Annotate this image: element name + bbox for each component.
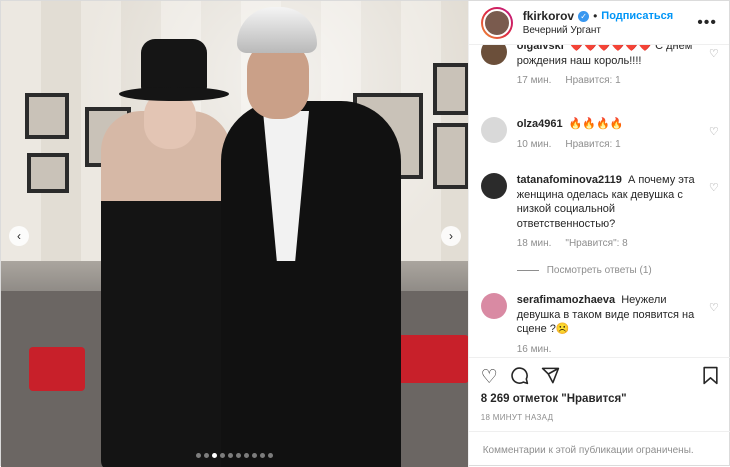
comment-text: 🔥🔥🔥🔥 [568,118,624,130]
comment-username[interactable]: olgalvski [517,45,564,52]
comment-likes[interactable]: Нравится: 1 [565,138,620,153]
wall-frame [25,93,69,139]
carousel-dot [259,453,265,458]
instagram-post: ‹ › fkirkorov ✓ • Подписаться Вечерний У… [0,0,730,467]
comment-username[interactable]: tatanafominova2119 [517,174,622,186]
person-left [101,111,231,467]
view-replies-link[interactable]: Посмотреть ответы (1) [516,265,652,276]
author-avatar[interactable] [480,6,513,39]
action-bar: ♡ [468,357,730,397]
comment-likes[interactable]: "Нравится": 8 [565,237,627,252]
wall-frame [27,153,69,193]
commenter-avatar[interactable] [480,117,507,143]
comments-restricted-notice: Комментарии к этой публикации ограничены… [468,431,730,467]
next-image-button[interactable]: › [441,226,461,246]
commenter-avatar[interactable] [480,45,507,65]
more-options-icon[interactable]: ••• [697,14,717,32]
carousel-dot [243,453,249,458]
share-icon[interactable] [541,366,560,389]
view-replies-label: Посмотреть ответы (1) [546,265,652,276]
bookmark-icon[interactable] [702,366,719,389]
comment-like-icon[interactable]: ♡ [709,181,719,194]
post-sidebar: fkirkorov ✓ • Подписаться Вечерний Урган… [467,1,730,467]
carousel-dot [219,453,225,458]
comment-item: tatanafominova2119 А почему эта женщина … [480,173,719,252]
comment-time[interactable]: 16 мин. [517,343,552,356]
wall-frame [433,63,468,115]
comment-time[interactable]: 17 мин. [517,74,552,89]
comment-like-icon[interactable]: ♡ [709,47,719,60]
comment-item: olgalvski ❤️❤️❤️❤️❤️❤️ С днём рождения н… [480,45,719,89]
carousel-dot [203,453,209,458]
black-hat [119,39,229,101]
comment-likes[interactable]: Нравится: 1 [565,74,620,89]
person-right [221,101,401,467]
carousel-dot [251,453,257,458]
author-username[interactable]: fkirkorov [523,9,574,23]
comment-item: serafimamozhaeva Неужели девушка в таком… [480,293,719,356]
carousel-dot [211,453,217,458]
comment-like-icon[interactable]: ♡ [709,125,719,138]
previous-image-button[interactable]: ‹ [9,226,29,246]
likes-count[interactable]: 8 269 отметок "Нравится" [481,393,627,405]
comment-username[interactable]: olza4961 [517,118,563,130]
red-cushion [393,335,468,383]
comment-username[interactable]: serafimamozhaeva [517,294,615,306]
wall-frame [433,123,468,189]
comment-time[interactable]: 18 мин. [517,237,552,252]
carousel-indicator [1,453,468,458]
verified-badge-icon: ✓ [578,10,590,22]
comments-list: olgalvski ❤️❤️❤️❤️❤️❤️ С днём рождения н… [469,45,730,355]
heart-icon[interactable]: ♡ [481,368,498,387]
red-cushion [29,347,85,391]
commenter-avatar[interactable] [480,173,507,199]
location-link[interactable]: Вечерний Ургант [523,25,697,36]
follow-button[interactable]: Подписаться [601,10,673,22]
carousel-dot [235,453,241,458]
comment-time[interactable]: 10 мин. [517,138,552,153]
comment-like-icon[interactable]: ♡ [709,301,719,314]
divider-line [516,270,539,271]
post-header: fkirkorov ✓ • Подписаться Вечерний Урган… [468,1,729,45]
commenter-avatar[interactable] [480,293,507,319]
carousel-dot [267,453,273,458]
comment-icon[interactable] [510,366,529,389]
carousel-dot [227,453,233,458]
carousel-dot [195,453,201,458]
comment-item: olza4961 🔥🔥🔥🔥 10 мин. Нравится: 1 ♡ [480,117,719,153]
post-timestamp[interactable]: 18 МИНУТ НАЗАД [481,413,554,422]
post-image[interactable]: ‹ › [1,1,468,467]
